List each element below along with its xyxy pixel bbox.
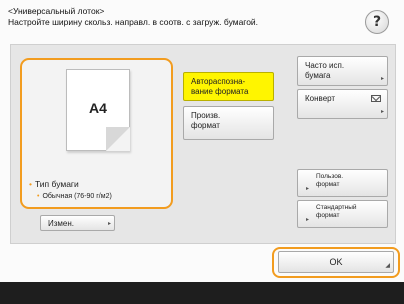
paper-type-heading: • Тип бумаги: [29, 179, 79, 189]
screen-title: <Универсальный лоток>: [8, 6, 105, 16]
user-size-label: Пользов. формат: [316, 173, 344, 188]
corner-arrow-icon: ◢: [385, 263, 390, 269]
paper-preview-icon: A4: [66, 69, 130, 151]
bottom-status-bar: [0, 282, 404, 304]
frequently-used-paper-label: Часто исп. бумага: [305, 61, 345, 80]
bullet-icon: •: [29, 179, 32, 189]
paper-settings-screen: <Универсальный лоток> Настройте ширину с…: [0, 0, 404, 304]
screen-instruction: Настройте ширину скольз. направл. в соот…: [8, 17, 259, 27]
ok-label: OK: [329, 257, 343, 267]
sub-bullet-icon: •: [37, 193, 40, 200]
change-button[interactable]: Измен. ▸: [40, 215, 115, 231]
custom-size-label: Произв. формат: [191, 111, 221, 130]
ok-button[interactable]: OK ◢: [278, 251, 394, 273]
corner-arrow-icon: ▸: [380, 109, 384, 115]
frequently-used-paper-button[interactable]: Часто исп. бумага ▸: [297, 56, 388, 86]
auto-detect-size-label: Автораспозна- вание формата: [191, 77, 249, 96]
help-button[interactable]: ?: [365, 10, 389, 34]
envelope-icon: [371, 95, 381, 102]
change-button-label: Измен.: [48, 219, 75, 228]
paper-type-label: Тип бумаги: [34, 179, 79, 189]
auto-detect-size-button[interactable]: Автораспозна- вание формата: [183, 72, 274, 101]
corner-arrow-icon: ▸: [306, 186, 310, 192]
paper-type-value-row: • Обычная (76-90 г/м2): [37, 193, 112, 200]
header: <Универсальный лоток> Настройте ширину с…: [8, 6, 368, 28]
custom-size-button[interactable]: Произв. формат: [183, 106, 274, 140]
user-size-button[interactable]: ▸ Пользов. формат: [297, 169, 388, 197]
paper-type-value: Обычная (76-90 г/м2): [42, 193, 112, 200]
standard-size-button[interactable]: ▸ Стандартный формат: [297, 200, 388, 228]
envelope-button[interactable]: Конверт ▸: [297, 89, 388, 119]
corner-arrow-icon: ▸: [380, 76, 384, 82]
corner-arrow-icon: ▸: [306, 217, 310, 223]
standard-size-label: Стандартный формат: [316, 204, 357, 219]
envelope-label: Конверт: [305, 94, 336, 103]
question-mark-icon: ?: [372, 14, 382, 30]
corner-arrow-icon: ▸: [107, 221, 111, 227]
paper-fold: [106, 127, 130, 151]
paper-size-label: A4: [89, 100, 107, 116]
